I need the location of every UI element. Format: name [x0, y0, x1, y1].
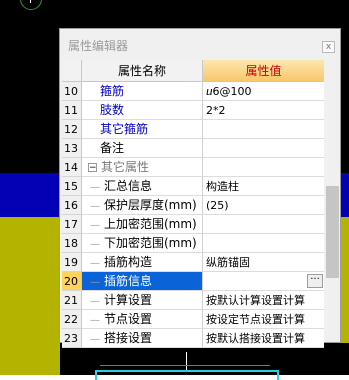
- grid-header: 属性名称 属性值: [62, 60, 324, 82]
- row-number: 14: [62, 158, 82, 177]
- row-number: 20: [62, 272, 82, 291]
- property-name-cell[interactable]: − 其它属性: [82, 158, 203, 177]
- property-name-cell[interactable]: — 插筋信息: [82, 272, 203, 291]
- tree-line-icon: —: [90, 296, 100, 307]
- row-number: 16: [62, 196, 82, 215]
- property-name-label: 插筋构造: [104, 255, 153, 269]
- property-value-cell[interactable]: [203, 158, 324, 177]
- property-name-cell[interactable]: — 节点设置: [82, 310, 203, 329]
- property-value-cell[interactable]: 2*2: [203, 101, 324, 120]
- group-label: 其它属性: [101, 160, 150, 174]
- property-editor-dialog: 属性编辑器 x 属性名称 属性值 10 箍筋 ⴎ6@100 11 肢数 2*2 12 其它箍筋…: [59, 28, 341, 348]
- property-value-cell[interactable]: [203, 215, 324, 234]
- row-number: 13: [62, 139, 82, 158]
- property-name-label: 节点设置: [104, 312, 153, 326]
- property-value-cell[interactable]: 纵筋锚固: [203, 253, 324, 272]
- property-name-cell[interactable]: — 搭接设置: [82, 329, 203, 348]
- row-number: 21: [62, 291, 82, 310]
- property-name-label: 搭接设置: [104, 331, 153, 345]
- row-number: 10: [62, 82, 82, 101]
- property-row[interactable]: 17 — 上加密范围(mm): [62, 215, 324, 234]
- ellipsis-icon[interactable]: ···: [307, 274, 323, 288]
- property-value-cell[interactable]: ⴎ6@100: [203, 82, 324, 101]
- property-name-label: 肢数: [100, 103, 125, 117]
- property-row[interactable]: 22 — 节点设置 按设定节点设置计算: [62, 310, 324, 329]
- property-value-cell[interactable]: 按默认搭接设置计算: [203, 329, 324, 348]
- dialog-title: 属性编辑器: [68, 39, 129, 53]
- property-name-cell[interactable]: 肢数: [82, 101, 203, 120]
- property-value-cell[interactable]: 按默认计算设置计算: [203, 291, 324, 310]
- dialog-titlebar[interactable]: 属性编辑器 x: [60, 29, 340, 59]
- property-row[interactable]: 12 其它箍筋: [62, 120, 324, 139]
- property-name-cell[interactable]: — 计算设置: [82, 291, 203, 310]
- property-name-cell[interactable]: 其它箍筋: [82, 120, 203, 139]
- tree-line-icon: —: [90, 239, 100, 250]
- property-row[interactable]: 13 备注: [62, 139, 324, 158]
- vertical-scrollbar[interactable]: [326, 60, 339, 342]
- property-row[interactable]: 15 — 汇总信息 构造柱: [62, 177, 324, 196]
- property-name-cell[interactable]: — 插筋构造: [82, 253, 203, 272]
- tree-line-icon: —: [90, 220, 100, 231]
- property-name-cell[interactable]: — 保护层厚度(mm): [82, 196, 203, 215]
- row-number: 18: [62, 234, 82, 253]
- property-row[interactable]: 14− 其它属性: [62, 158, 324, 177]
- property-row[interactable]: 21 — 计算设置 按默认计算设置计算: [62, 291, 324, 310]
- property-name-label: 其它箍筋: [100, 122, 149, 136]
- property-row[interactable]: 23 — 搭接设置 按默认搭接设置计算: [62, 329, 324, 348]
- canvas-tick: [186, 352, 187, 370]
- header-row-number: [62, 60, 82, 82]
- property-row[interactable]: 11 肢数 2*2: [62, 101, 324, 120]
- property-value-cell[interactable]: 按设定节点设置计算: [203, 310, 324, 329]
- property-name-label: 备注: [100, 141, 125, 155]
- property-name-label: 汇总信息: [104, 179, 153, 193]
- property-name-label: 保护层厚度(mm): [104, 198, 197, 212]
- property-row[interactable]: 20 — 插筋信息 ···: [62, 272, 324, 291]
- scrollbar-thumb[interactable]: [326, 186, 339, 278]
- row-number: 19: [62, 253, 82, 272]
- header-property-name[interactable]: 属性名称: [82, 60, 203, 82]
- property-row[interactable]: 19 — 插筋构造 纵筋锚固: [62, 253, 324, 272]
- row-number: 23: [62, 329, 82, 348]
- property-value-cell[interactable]: ···: [203, 272, 324, 291]
- property-name-label: 下加密范围(mm): [104, 236, 197, 250]
- property-row[interactable]: 10 箍筋 ⴎ6@100: [62, 82, 324, 101]
- property-name-cell[interactable]: 箍筋: [82, 82, 203, 101]
- property-value-cell[interactable]: (25): [203, 196, 324, 215]
- canvas-cyan-shape: [95, 370, 279, 380]
- row-number: 11: [62, 101, 82, 120]
- tree-line-icon: —: [90, 315, 100, 326]
- tree-line-icon: —: [90, 201, 100, 212]
- row-number: 12: [62, 120, 82, 139]
- collapse-icon[interactable]: −: [88, 163, 97, 173]
- property-name-cell[interactable]: — 上加密范围(mm): [82, 215, 203, 234]
- row-number: 22: [62, 310, 82, 329]
- row-number: 17: [62, 215, 82, 234]
- property-name-label: 插筋信息: [104, 274, 153, 288]
- property-name-cell[interactable]: — 汇总信息: [82, 177, 203, 196]
- property-value-cell[interactable]: 构造柱: [203, 177, 324, 196]
- property-row[interactable]: 18 — 下加密范围(mm): [62, 234, 324, 253]
- property-name-cell[interactable]: — 下加密范围(mm): [82, 234, 203, 253]
- header-property-value[interactable]: 属性值: [203, 60, 324, 82]
- property-row[interactable]: 16 — 保护层厚度(mm) (25): [62, 196, 324, 215]
- property-name-label: 箍筋: [100, 84, 125, 98]
- property-value-cell[interactable]: [203, 234, 324, 253]
- tree-line-icon: —: [90, 182, 100, 193]
- row-number: 15: [62, 177, 82, 196]
- tree-line-icon: —: [90, 277, 100, 288]
- canvas-line: [100, 365, 270, 366]
- property-value-cell[interactable]: [203, 139, 324, 158]
- tree-line-icon: —: [90, 258, 100, 269]
- property-name-label: 上加密范围(mm): [104, 217, 197, 231]
- property-name-label: 计算设置: [104, 293, 153, 307]
- property-name-cell[interactable]: 备注: [82, 139, 203, 158]
- tree-line-icon: —: [90, 334, 100, 345]
- property-value-cell[interactable]: [203, 120, 324, 139]
- close-button[interactable]: x: [322, 41, 335, 53]
